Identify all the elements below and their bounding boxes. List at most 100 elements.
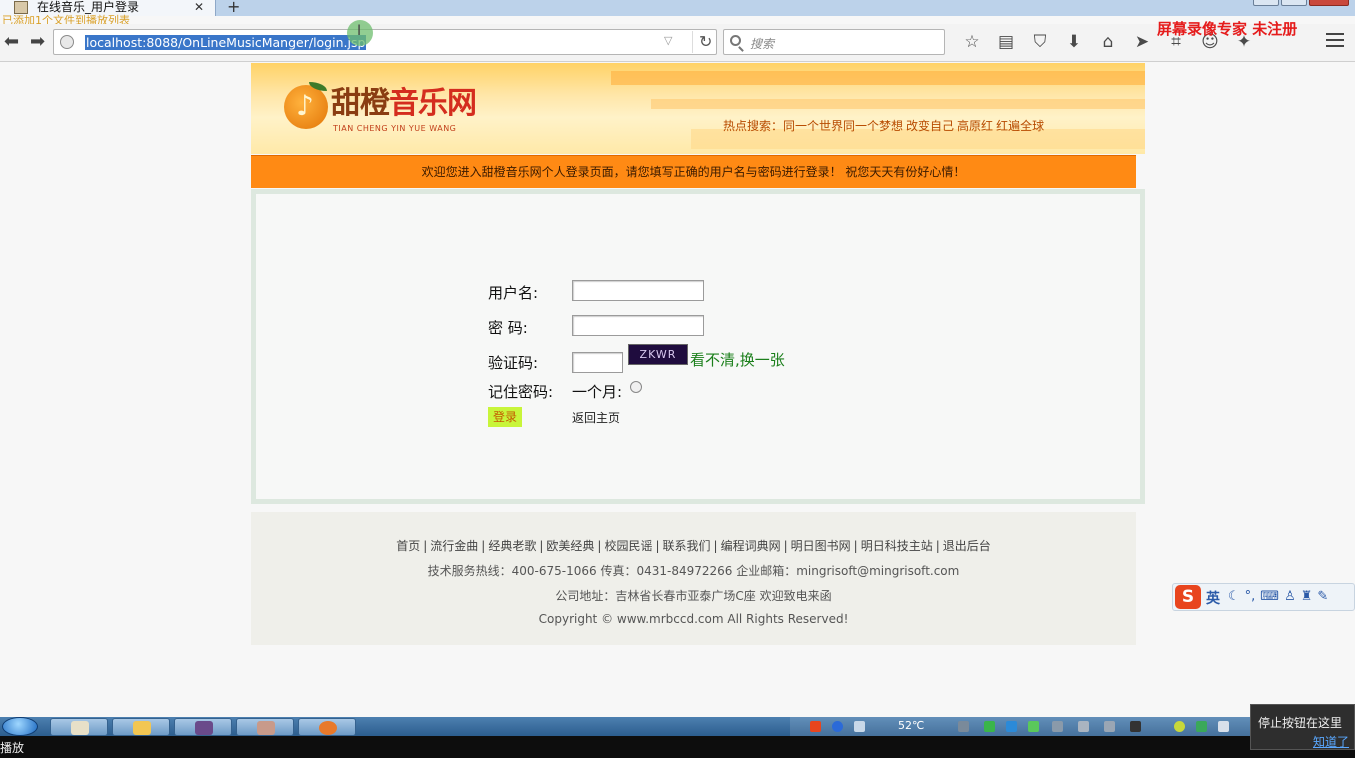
footer-link-contact[interactable]: 联系我们: [663, 539, 711, 553]
keyboard-icon[interactable]: ⌨: [1260, 589, 1279, 604]
taskbar-app-notepad[interactable]: [50, 718, 108, 736]
ime-toolbar[interactable]: S 英 ☾ °, ⌨ ♙ ♜ ✎: [1172, 583, 1355, 611]
sogou-tray-icon[interactable]: [810, 721, 821, 732]
hot-search-link[interactable]: 改变自己: [906, 119, 954, 133]
logo-orange-icon: [284, 85, 328, 129]
search-bar[interactable]: 搜索: [723, 29, 945, 55]
footer-link-dictionary[interactable]: 编程词典网: [721, 539, 781, 553]
network-tray-icon[interactable]: [958, 721, 969, 732]
footer-link-pop[interactable]: 流行金曲: [430, 539, 478, 553]
minimize-button[interactable]: [1253, 0, 1279, 6]
captcha-image[interactable]: ZKWR: [628, 344, 688, 365]
welcome-banner: 欢迎您进入甜橙音乐网个人登录页面，请您填写正确的用户名与密码进行登录！ 祝您天天…: [251, 155, 1136, 188]
tab-close-icon[interactable]: ✕: [194, 0, 204, 15]
taskbar-app-player[interactable]: [236, 718, 294, 736]
remember-label: 记住密码:: [488, 383, 554, 401]
captcha-input[interactable]: [572, 352, 623, 373]
maximize-button[interactable]: [1281, 0, 1307, 6]
footer-link-campus[interactable]: 校园民谣: [604, 539, 652, 553]
captcha-label: 验证码:: [488, 354, 539, 372]
logo-pinyin: TIAN CHENG YIN YUE WANG: [333, 124, 457, 133]
hot-search-link[interactable]: 红遍全球: [996, 119, 1044, 133]
taskbar-app-java[interactable]: [174, 718, 232, 736]
chat-tray-icon[interactable]: [1196, 721, 1207, 732]
login-form: 用户名: 密 码: 验证码: ZKWR 看不清,换一张 记住密码: 一个月: 登…: [251, 189, 1145, 504]
star-icon[interactable]: ☆: [955, 32, 989, 52]
moon-icon[interactable]: ☾: [1228, 589, 1240, 604]
hot-search-link[interactable]: 高原红: [957, 119, 993, 133]
footer-link-western[interactable]: 欧美经典: [546, 539, 594, 553]
taskbar-app-explorer[interactable]: [112, 718, 170, 736]
window-tray-icon[interactable]: [854, 721, 865, 732]
camera-tray-icon[interactable]: [1130, 721, 1141, 732]
sogou-ime-icon[interactable]: S: [1175, 585, 1201, 609]
reload-icon[interactable]: ↻: [692, 31, 712, 53]
security-tray-icon[interactable]: [984, 721, 995, 732]
site-logo[interactable]: 甜橙音乐网: [331, 87, 477, 121]
player-status-bar: 播放: [0, 736, 1355, 758]
system-tray: 52℃: [790, 717, 1252, 736]
welcome-text: 欢迎您进入甜橙音乐网个人登录页面，请您填写正确的用户名与密码进行登录！ 祝您天天…: [421, 165, 966, 179]
settings-icon[interactable]: ✎: [1317, 589, 1328, 604]
start-button[interactable]: [2, 717, 38, 736]
captcha-refresh-link[interactable]: 看不清,换一张: [690, 349, 785, 370]
menu-icon[interactable]: [1326, 33, 1344, 49]
footer-link-classic[interactable]: 经典老歌: [488, 539, 536, 553]
tooltip-text: 停止按钮在这里: [1258, 716, 1343, 730]
footer-hotline: 技术服务热线：400-675-1066 传真：0431-84972266 企业邮…: [427, 564, 960, 578]
url-text[interactable]: localhost:8088/OnLineMusicManger/login.j…: [85, 35, 367, 50]
back-icon[interactable]: ⬅: [4, 32, 19, 52]
printer-tray-icon[interactable]: [1052, 721, 1063, 732]
footer-link-logout[interactable]: 退出后台: [943, 539, 991, 553]
tab-strip: 在线音乐_用户登录 ✕ +: [0, 0, 1355, 16]
taskbar-app-firefox[interactable]: [298, 718, 356, 736]
shield-tray-icon[interactable]: [1028, 721, 1039, 732]
display-tray-icon[interactable]: [1078, 721, 1089, 732]
footer-link-home[interactable]: 首页: [396, 539, 420, 553]
hot-search-link[interactable]: 同一个世界同一个梦想: [783, 119, 903, 133]
remember-month-radio[interactable]: [630, 381, 642, 393]
tab-title: 在线音乐_用户登录: [37, 0, 140, 14]
login-button[interactable]: 登录: [488, 407, 522, 427]
search-placeholder: 搜索: [750, 37, 775, 51]
reader-icon[interactable]: ▤: [989, 32, 1023, 52]
send-icon[interactable]: ➤: [1125, 32, 1159, 52]
update-tray-icon[interactable]: [1006, 721, 1017, 732]
tooltip-dismiss-link[interactable]: 知道了: [1313, 733, 1349, 750]
hot-search: 热点搜索：同一个世界同一个梦想 改变自己 高原红 红遍全球: [723, 117, 1047, 134]
download-icon[interactable]: ⬇: [1057, 32, 1091, 52]
footer-link-mingri[interactable]: 明日科技主站: [861, 539, 933, 553]
stop-button-tooltip: 停止按钮在这里 知道了: [1250, 704, 1355, 750]
window-controls: [1253, 0, 1349, 6]
music-tray-icon[interactable]: [1174, 721, 1185, 732]
taskbar: 52℃: [0, 717, 1355, 736]
address-bar[interactable]: localhost:8088/OnLineMusicManger/login.j…: [53, 29, 717, 55]
pocket-icon[interactable]: ⛉: [1023, 32, 1057, 52]
footer-address: 公司地址：吉林省长春市亚泰广场C座 欢迎致电来函: [555, 589, 832, 603]
window-close-button[interactable]: [1309, 0, 1349, 6]
url-history-dropdown-icon[interactable]: ▽: [664, 34, 672, 47]
skin-icon[interactable]: ♜: [1301, 589, 1313, 604]
hot-search-label: 热点搜索：: [723, 119, 784, 133]
help-tray-icon[interactable]: [832, 721, 843, 732]
user-icon[interactable]: ♙: [1284, 589, 1296, 604]
site-info-icon[interactable]: [60, 35, 74, 49]
battery-tray-icon[interactable]: [1104, 721, 1115, 732]
ime-language-toggle[interactable]: 英: [1206, 588, 1220, 608]
username-label: 用户名:: [488, 284, 539, 302]
password-label: 密 码:: [488, 319, 528, 337]
forward-icon[interactable]: ➡: [30, 32, 45, 52]
back-home-link[interactable]: 返回主页: [572, 409, 620, 426]
flag-tray-icon[interactable]: [1218, 721, 1229, 732]
navigation-toolbar: ⬅ ➡ localhost:8088/OnLineMusicManger/log…: [0, 24, 1355, 62]
password-input[interactable]: [572, 315, 704, 336]
new-tab-button[interactable]: +: [227, 0, 240, 16]
cpu-temperature: 52℃: [898, 719, 925, 732]
footer-nav: 首页 | 流行金曲 | 经典老歌 | 欧美经典 | 校园民谣 | 联系我们 | 编程词典网 | 明日图书网 |…: [396, 539, 991, 553]
username-input[interactable]: [572, 280, 704, 301]
home-icon[interactable]: ⌂: [1091, 32, 1125, 52]
footer-link-books[interactable]: 明日图书网: [791, 539, 851, 553]
page-favicon-icon: [14, 1, 28, 14]
punctuation-icon[interactable]: °,: [1245, 589, 1256, 604]
player-status-text: 播放: [0, 741, 25, 755]
